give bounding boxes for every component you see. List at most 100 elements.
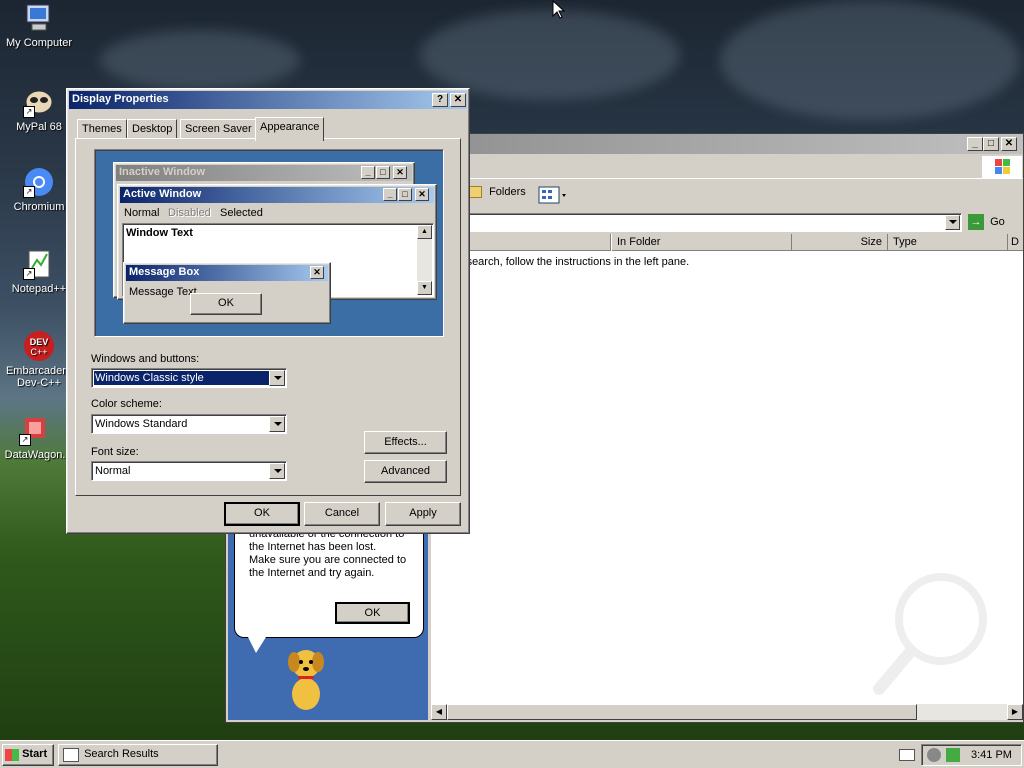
system-tray: 3:41 PM: [921, 744, 1022, 766]
dropdown-arrow-icon[interactable]: [269, 370, 285, 386]
computer-icon: [23, 2, 55, 34]
search-companion-pane: unavailable or the connection to the Int…: [228, 528, 428, 720]
notepadpp-icon: ↗: [23, 248, 55, 280]
views-grid-icon: [538, 186, 566, 204]
shortcut-arrow-icon: ↗: [23, 106, 35, 118]
svg-text:C++: C++: [30, 347, 47, 357]
horizontal-scrollbar[interactable]: ◀ ▶: [431, 704, 1023, 720]
preview-menu-normal: Normal: [124, 207, 160, 219]
datawagon-icon: ↗: [19, 414, 51, 446]
preview-menu-selected: Selected: [220, 207, 263, 219]
msgbox-ok-button: OK: [190, 293, 262, 315]
preview-close-icon: ✕: [310, 266, 324, 279]
preview-window-text: Window Text: [126, 227, 193, 239]
effects-button[interactable]: Effects...: [364, 431, 447, 454]
windows-buttons-label: Windows and buttons:: [91, 353, 200, 365]
active-title: Active Window: [123, 188, 202, 200]
address-dropdown-button[interactable]: [945, 215, 960, 230]
dropdown-arrow-icon[interactable]: [269, 463, 285, 479]
color-scheme-select[interactable]: Windows Standard: [91, 414, 287, 434]
close-button[interactable]: ✕: [1001, 137, 1017, 151]
balloon-ok-button[interactable]: OK: [335, 602, 410, 624]
preview-close-icon: ✕: [393, 166, 407, 179]
help-button[interactable]: ?: [432, 93, 448, 107]
color-scheme-label: Color scheme:: [91, 398, 162, 410]
taskbar: Start Search Results 3:41 PM: [0, 740, 1024, 768]
column-header-size[interactable]: Size: [792, 234, 888, 251]
inactive-titlebar: Inactive Window _ □ ✕: [116, 165, 412, 181]
apply-button[interactable]: Apply: [385, 502, 461, 526]
results-list: In Folder Size Type D t your search, fol…: [431, 234, 1023, 720]
devcpp-icon: DEV C++: [23, 330, 55, 362]
network-icon[interactable]: [927, 748, 941, 762]
search-window-icon: [63, 747, 79, 762]
desktop-icon-my-computer[interactable]: My Computer: [0, 2, 78, 49]
column-header-in-folder[interactable]: In Folder: [612, 234, 792, 251]
windows-logo-icon: [982, 156, 1022, 178]
preview-maximize-icon: □: [398, 188, 412, 201]
keyboard-icon[interactable]: [899, 749, 915, 761]
shortcut-arrow-icon: ↗: [23, 186, 35, 198]
preview-menu-disabled: Disabled: [168, 207, 211, 219]
scroll-thumb[interactable]: [447, 704, 917, 720]
tab-appearance[interactable]: Appearance: [255, 117, 325, 141]
taskbar-search-results[interactable]: Search Results: [58, 744, 218, 766]
svg-text:DEV: DEV: [30, 337, 49, 347]
folders-button[interactable]: Folders: [466, 186, 526, 206]
msgbox-title: Message Box: [129, 266, 200, 278]
minimize-button[interactable]: _: [967, 137, 983, 151]
display-properties-dialog: Display Properties ? ✕ Themes Desktop Sc…: [66, 88, 470, 534]
dialog-titlebar: Display Properties ? ✕: [69, 91, 467, 109]
desktop-icon-label: DataWagon.: [4, 449, 66, 461]
clock[interactable]: 3:41 PM: [971, 749, 1012, 761]
windows-buttons-select[interactable]: Windows Classic style: [91, 368, 287, 388]
mouse-cursor-icon: [552, 0, 566, 23]
go-button[interactable]: → Go: [968, 214, 1005, 230]
preview-minimize-icon: _: [361, 166, 375, 179]
views-button[interactable]: [536, 184, 568, 206]
shortcut-arrow-icon: ↗: [23, 268, 35, 280]
speech-balloon: unavailable or the connection to the Int…: [234, 528, 424, 638]
font-size-select[interactable]: Normal: [91, 461, 287, 481]
chromium-icon: ↗: [23, 166, 55, 198]
preview-scroll-up-icon: ▲: [417, 225, 432, 239]
scroll-right-button[interactable]: ▶: [1007, 704, 1023, 720]
desktop-icon-label: Embarcadero Dev-C++: [5, 365, 73, 389]
tab-themes[interactable]: Themes: [77, 119, 127, 139]
column-header-date[interactable]: D: [1008, 234, 1023, 251]
close-button[interactable]: ✕: [450, 93, 466, 107]
scroll-left-button[interactable]: ◀: [431, 704, 447, 720]
column-header-type[interactable]: Type: [888, 234, 1008, 251]
advanced-button[interactable]: Advanced: [364, 460, 447, 483]
search-dog-icon: [278, 644, 334, 716]
windows-flag-icon: [5, 748, 19, 761]
tab-screen-saver[interactable]: Screen Saver: [180, 119, 257, 139]
start-button[interactable]: Start: [2, 744, 54, 766]
search-magnifier-watermark: [871, 559, 991, 709]
results-instruction-text: t your search, follow the instructions i…: [436, 256, 690, 268]
msgbox-titlebar: Message Box ✕: [126, 265, 328, 281]
dropdown-arrow-icon[interactable]: [269, 416, 285, 432]
preview-scrollbar: ▲ ▼: [417, 225, 432, 295]
balloon-tail: [248, 637, 266, 653]
cancel-button[interactable]: Cancel: [304, 502, 380, 526]
dialog-title: Display Properties: [72, 93, 169, 105]
desktop-icon-datawagon[interactable]: ↗ DataWagon.: [0, 414, 74, 461]
inactive-title: Inactive Window: [119, 166, 206, 178]
balloon-text: unavailable or the connection to the Int…: [249, 528, 407, 579]
preview-scroll-down-icon: ▼: [417, 281, 432, 295]
appearance-preview: Inactive Window _ □ ✕ Active Window _ □ …: [94, 149, 444, 337]
preview-close-icon: ✕: [415, 188, 429, 201]
mypal-icon: ↗: [23, 86, 55, 118]
msgbox-text: Message Text: [129, 286, 197, 298]
volume-icon[interactable]: [946, 748, 960, 762]
font-size-label: Font size:: [91, 446, 139, 458]
preview-maximize-icon: □: [376, 166, 390, 179]
desktop-icon-label: My Computer: [5, 37, 73, 49]
address-field[interactable]: [466, 213, 962, 232]
tab-desktop[interactable]: Desktop: [127, 119, 178, 139]
go-arrow-icon: →: [968, 214, 984, 230]
shortcut-arrow-icon: ↗: [19, 434, 31, 446]
maximize-button[interactable]: □: [983, 137, 999, 151]
ok-button[interactable]: OK: [224, 502, 300, 526]
